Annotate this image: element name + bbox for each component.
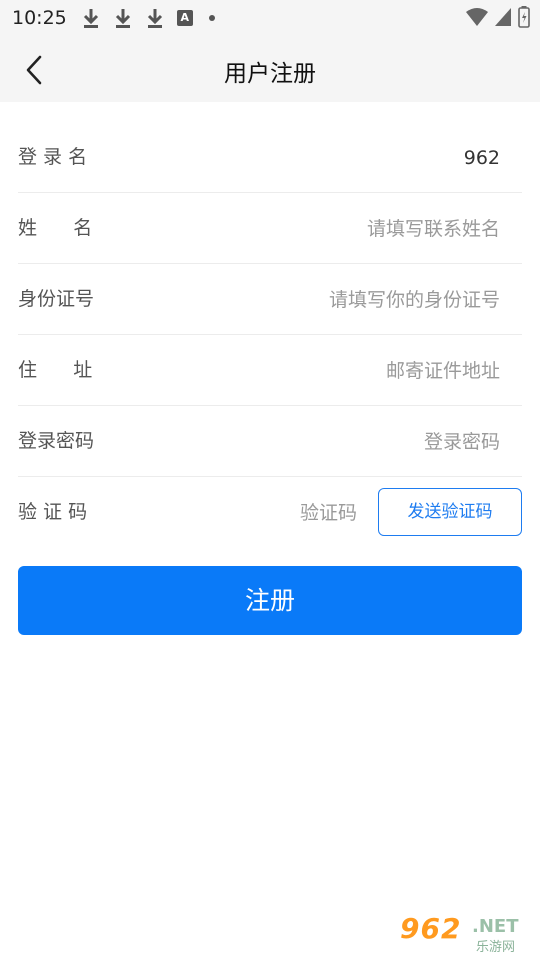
notification-icons: A: [81, 7, 215, 29]
download-icon: [115, 9, 130, 28]
name-input[interactable]: [200, 209, 500, 249]
send-code-button[interactable]: 发送验证码: [378, 488, 522, 536]
watermark-site: 乐游网: [476, 940, 516, 955]
name-row: 姓 名: [18, 193, 522, 264]
status-bar: 10:25 A: [0, 0, 540, 36]
verify-code-input[interactable]: [177, 493, 357, 533]
name-label: 姓 名: [18, 217, 93, 239]
watermark-number: 962: [400, 912, 462, 945]
download-icon: [83, 9, 98, 28]
verify-code-label: 验 证 码: [18, 501, 88, 523]
login-name-label: 登 录 名: [18, 146, 88, 168]
verify-code-row: 验 证 码 发送验证码: [18, 477, 522, 548]
password-row: 登录密码: [18, 406, 522, 477]
page-title: 用户注册: [224, 61, 316, 87]
login-name-row: 登 录 名: [18, 122, 522, 193]
address-label: 住 址: [18, 359, 93, 381]
download-icon: [147, 9, 162, 28]
register-button[interactable]: 注册: [18, 566, 522, 635]
password-label: 登录密码: [18, 430, 95, 452]
address-row: 住 址: [18, 335, 522, 406]
wifi-icon: [466, 8, 488, 26]
a-badge-icon: A: [176, 10, 193, 26]
battery-icon: [518, 6, 530, 28]
id-number-row: 身份证号: [18, 264, 522, 335]
id-number-input[interactable]: [200, 280, 500, 320]
id-number-label: 身份证号: [18, 288, 95, 310]
address-input[interactable]: [200, 351, 500, 391]
password-input[interactable]: [200, 422, 500, 462]
status-time: 10:25: [12, 7, 67, 29]
registration-form: 登 录 名 姓 名 身份证号 住 址 登录密码 验 证 码 发送验证码: [0, 122, 540, 548]
watermark-logo: 962 .NET 乐游网: [400, 912, 532, 955]
app-header: 用户注册: [0, 36, 540, 102]
dot-icon: [208, 15, 215, 21]
system-icons: [466, 6, 530, 28]
watermark-net: .NET: [472, 916, 519, 937]
cell-signal-icon: [495, 8, 511, 26]
login-name-input[interactable]: [200, 138, 500, 178]
